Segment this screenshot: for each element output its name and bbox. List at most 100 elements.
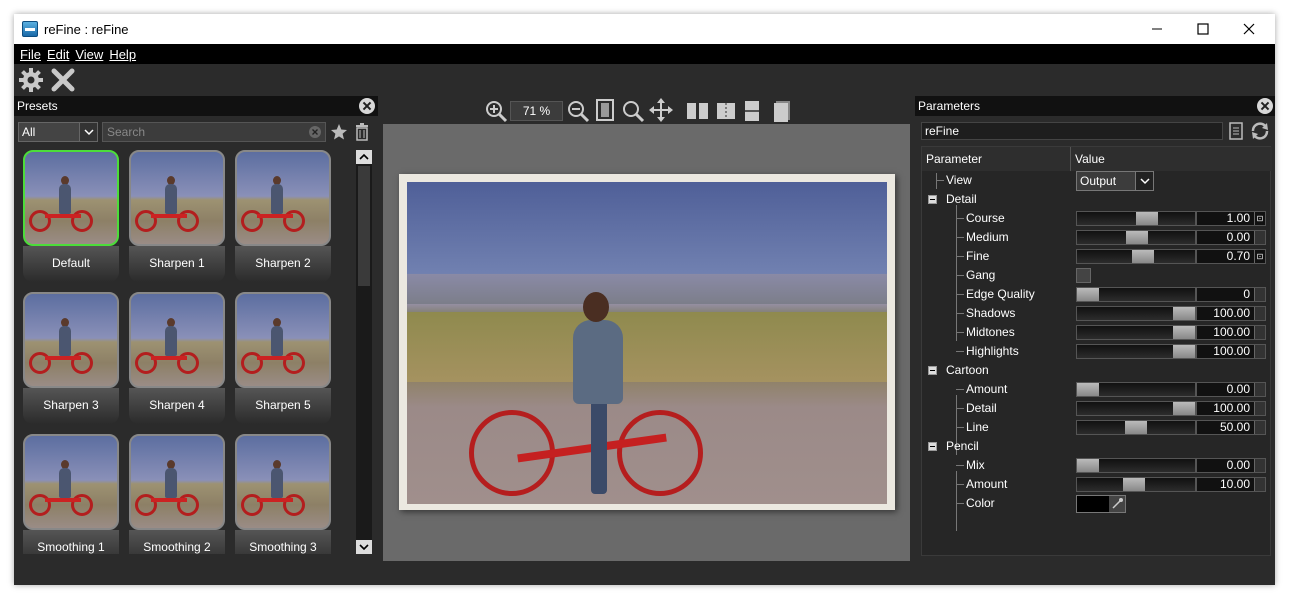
spin-icon[interactable] (1254, 288, 1265, 301)
preset-tile[interactable]: Sharpen 5 (235, 292, 331, 428)
menu-file[interactable]: File (20, 47, 41, 62)
collapse-icon[interactable] (928, 442, 937, 451)
spin-icon[interactable] (1254, 231, 1265, 244)
slider-knob[interactable] (1077, 383, 1099, 396)
zoom-actual-icon[interactable] (621, 99, 645, 123)
preset-name-field[interactable]: reFine (921, 122, 1223, 140)
preset-tile[interactable]: Sharpen 4 (129, 292, 225, 428)
zoom-in-icon[interactable] (484, 99, 508, 123)
preset-search-input[interactable]: Search (102, 122, 326, 142)
slider-knob[interactable] (1126, 231, 1148, 244)
pencil-mix-value[interactable]: 0.00 (1196, 458, 1266, 473)
collapse-icon[interactable] (928, 195, 937, 204)
slider-knob[interactable] (1077, 288, 1099, 301)
param-group-detail[interactable]: Detail (922, 190, 1272, 209)
zoom-out-icon[interactable] (566, 99, 590, 123)
highlights-value[interactable]: 100.00 (1196, 344, 1266, 359)
slider-knob[interactable] (1136, 212, 1158, 225)
fine-value[interactable]: 0.70 ⊡ (1196, 249, 1266, 264)
split-view-compare-icon[interactable] (716, 101, 736, 121)
course-value[interactable]: 1.00 ⊡ (1196, 211, 1266, 226)
save-preset-icon[interactable] (1228, 122, 1244, 140)
pencil-amount-value[interactable]: 10.00 (1196, 477, 1266, 492)
slider-knob[interactable] (1077, 459, 1099, 472)
preset-filter-select[interactable]: All (18, 122, 98, 142)
slider-knob[interactable] (1123, 478, 1145, 491)
split-view-vertical-icon[interactable] (686, 101, 710, 121)
param-group-cartoon[interactable]: Cartoon (922, 361, 1272, 380)
gang-checkbox[interactable] (1076, 268, 1091, 283)
spin-icon[interactable] (1254, 307, 1265, 320)
preset-tile[interactable]: Sharpen 1 (129, 150, 225, 286)
highlights-slider[interactable] (1076, 344, 1196, 359)
edge-quality-slider[interactable] (1076, 287, 1196, 302)
preset-tile[interactable]: Smoothing 3 (235, 434, 331, 554)
maximize-button[interactable] (1180, 14, 1226, 44)
scroll-down-icon[interactable] (356, 540, 372, 554)
close-x-icon[interactable] (50, 67, 76, 93)
gear-icon[interactable] (18, 67, 44, 93)
eyedropper-icon[interactable] (1109, 496, 1125, 512)
scrollbar-thumb[interactable] (358, 166, 370, 286)
split-view-horizontal-icon[interactable] (744, 100, 760, 122)
param-group-pencil[interactable]: Pencil (922, 437, 1272, 456)
slider-knob[interactable] (1173, 326, 1195, 339)
pencil-mix-slider[interactable] (1076, 458, 1196, 473)
cartoon-detail-slider[interactable] (1076, 401, 1196, 416)
scroll-up-icon[interactable] (356, 150, 372, 164)
course-slider[interactable] (1076, 211, 1196, 226)
collapse-icon[interactable] (928, 366, 937, 375)
clear-search-icon[interactable] (309, 126, 321, 138)
cartoon-amount-value[interactable]: 0.00 (1196, 382, 1266, 397)
menu-edit[interactable]: Edit (47, 47, 69, 62)
star-icon[interactable] (330, 123, 348, 141)
medium-value[interactable]: 0.00 (1196, 230, 1266, 245)
slider-knob[interactable] (1173, 345, 1195, 358)
cartoon-line-value[interactable]: 50.00 (1196, 420, 1266, 435)
refresh-icon[interactable] (1250, 122, 1270, 140)
cartoon-detail-value[interactable]: 100.00 (1196, 401, 1266, 416)
menu-view[interactable]: View (75, 47, 103, 62)
preset-tile[interactable]: Sharpen 3 (23, 292, 119, 428)
toggle-icon[interactable]: ⊡ (1254, 250, 1265, 263)
preset-tile[interactable]: Smoothing 1 (23, 434, 119, 554)
spin-icon[interactable] (1254, 459, 1265, 472)
spin-icon[interactable] (1254, 402, 1265, 415)
spin-icon[interactable] (1254, 478, 1265, 491)
slider-knob[interactable] (1173, 402, 1195, 415)
close-window-button[interactable] (1226, 14, 1272, 44)
menu-help[interactable]: Help (109, 47, 136, 62)
fit-height-icon[interactable] (595, 99, 615, 121)
spin-icon[interactable] (1254, 345, 1265, 358)
zoom-level-field[interactable]: 71 % (510, 101, 563, 121)
cartoon-amount-slider[interactable] (1076, 382, 1196, 397)
medium-slider[interactable] (1076, 230, 1196, 245)
toggle-icon[interactable]: ⊡ (1254, 212, 1265, 225)
spin-icon[interactable] (1254, 383, 1265, 396)
spin-icon[interactable] (1254, 326, 1265, 339)
edge-quality-value[interactable]: 0 (1196, 287, 1266, 302)
preset-tile[interactable]: Smoothing 2 (129, 434, 225, 554)
pencil-amount-slider[interactable] (1076, 477, 1196, 492)
single-view-icon[interactable] (772, 100, 792, 122)
parameters-close-icon[interactable] (1257, 98, 1273, 114)
fine-slider[interactable] (1076, 249, 1196, 264)
cartoon-line-slider[interactable] (1076, 420, 1196, 435)
shadows-value[interactable]: 100.00 (1196, 306, 1266, 321)
pan-move-icon[interactable] (649, 98, 673, 122)
preset-tile[interactable]: Default (23, 150, 119, 286)
midtones-slider[interactable] (1076, 325, 1196, 340)
spin-icon[interactable] (1254, 421, 1265, 434)
slider-knob[interactable] (1125, 421, 1147, 434)
trash-icon[interactable] (354, 123, 370, 141)
shadows-slider[interactable] (1076, 306, 1196, 321)
preset-scrollbar[interactable] (356, 150, 372, 554)
pencil-color-swatch[interactable] (1076, 495, 1126, 513)
preset-tile[interactable]: Sharpen 2 (235, 150, 331, 286)
midtones-value[interactable]: 100.00 (1196, 325, 1266, 340)
view-select[interactable]: Output (1076, 171, 1154, 191)
slider-knob[interactable] (1132, 250, 1154, 263)
slider-knob[interactable] (1173, 307, 1195, 320)
presets-close-icon[interactable] (359, 98, 375, 114)
minimize-button[interactable] (1134, 14, 1180, 44)
